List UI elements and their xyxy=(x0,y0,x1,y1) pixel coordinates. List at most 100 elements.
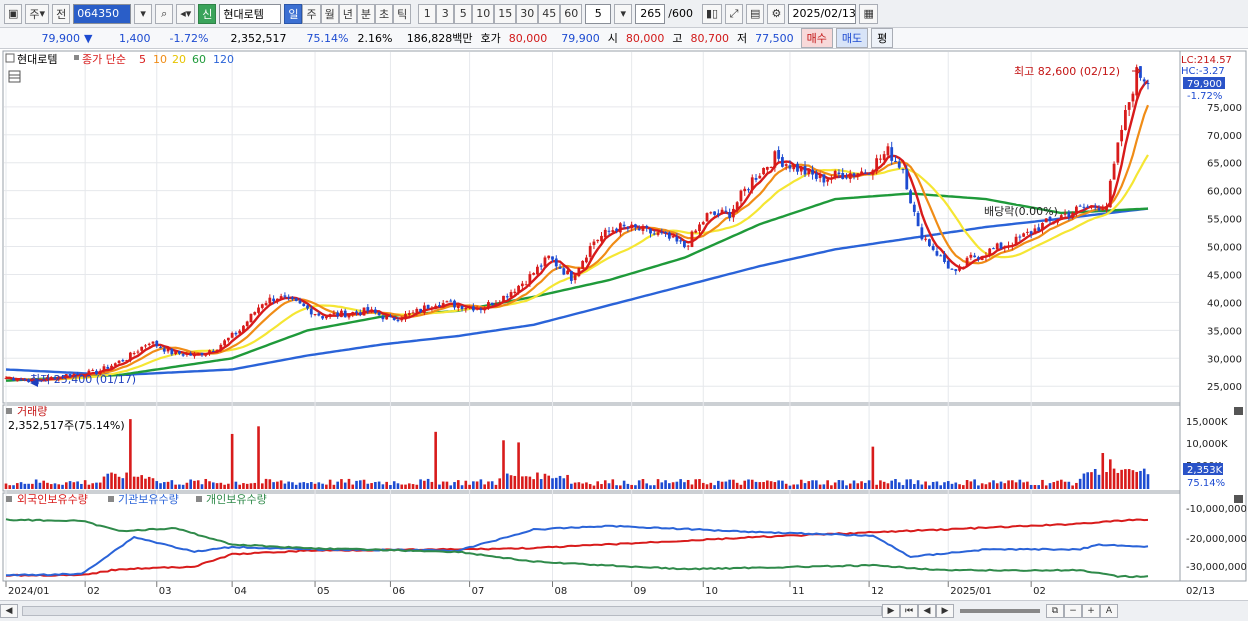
volume-bar xyxy=(114,473,117,489)
volume-bar xyxy=(698,479,701,489)
search-icon[interactable]: ⌕ xyxy=(155,3,174,24)
candle-body xyxy=(505,296,509,298)
candle-body xyxy=(355,311,358,313)
buy-button[interactable]: 매수 xyxy=(800,28,833,48)
candle-body xyxy=(694,230,698,233)
period-tab-second[interactable]: 초 xyxy=(374,3,394,24)
zoom-in-icon[interactable]: + xyxy=(1082,604,1100,618)
first-page-icon[interactable]: ⏮ xyxy=(900,604,918,618)
candle-body xyxy=(664,231,667,234)
prev-page-icon[interactable]: ◀ xyxy=(918,604,936,618)
interval-15[interactable]: 15 xyxy=(494,3,517,24)
interval-45[interactable]: 45 xyxy=(538,3,561,24)
period-tab-month[interactable]: 월 xyxy=(320,3,339,24)
period-tab-tick[interactable]: 틱 xyxy=(393,3,412,24)
draw-icon[interactable]: ⤢ xyxy=(725,3,744,24)
scroll-left-icon[interactable]: ◀ xyxy=(0,604,18,618)
volume-bar xyxy=(464,480,468,489)
interval-30[interactable]: 30 xyxy=(516,3,539,24)
window-icon[interactable]: ▣ xyxy=(4,3,23,24)
interval-5[interactable]: 5 xyxy=(454,3,473,24)
volume-bar xyxy=(988,482,992,489)
chevron-down-icon[interactable]: ▾ xyxy=(134,3,153,24)
save-icon[interactable]: ▤ xyxy=(746,3,765,24)
interval-3[interactable]: 3 xyxy=(436,3,455,24)
market-select[interactable]: 주 ▾ xyxy=(25,3,50,24)
bottom-scroll-bar: ◀ ▶ ⏮ ◀ ▶ ⧉ − + A xyxy=(0,600,1248,621)
stock-name-field[interactable]: 현대로템 xyxy=(219,3,282,24)
period-tab-day[interactable]: 일 xyxy=(284,3,303,24)
candle-body xyxy=(596,239,600,242)
copy-icon[interactable]: ⧉ xyxy=(1046,604,1064,618)
candle-body xyxy=(283,295,287,297)
sell-button[interactable]: 매도 xyxy=(835,28,869,48)
candle-body xyxy=(750,177,754,191)
volume-bar xyxy=(939,485,943,489)
legend-bullet-icon xyxy=(74,55,79,60)
legend-ma-120: 120 xyxy=(213,53,234,66)
volume-bar xyxy=(313,483,317,489)
count-input[interactable]: 265 xyxy=(635,3,666,24)
candle-body xyxy=(732,208,735,218)
volume-bar xyxy=(1142,468,1146,489)
candle-body xyxy=(788,165,792,169)
candle-body xyxy=(754,178,758,180)
candle-icon[interactable]: ▮▯ xyxy=(701,3,723,24)
scroll-right-icon[interactable]: ▶ xyxy=(882,604,900,618)
volume-bar xyxy=(694,479,698,489)
volume-bar xyxy=(362,479,366,489)
scrollbar-track[interactable] xyxy=(22,606,882,616)
volume-bar xyxy=(822,484,826,489)
eval-button[interactable]: 평 xyxy=(871,28,894,48)
candle-body xyxy=(566,270,569,275)
legend-stock-name: 현대로템 xyxy=(17,53,57,66)
volume-close-icon[interactable] xyxy=(1234,407,1243,415)
period-tab-week[interactable]: 주 xyxy=(302,3,321,24)
table-icon[interactable] xyxy=(8,70,21,83)
interval-input[interactable]: 5 xyxy=(585,3,612,24)
volume-bar xyxy=(630,484,633,489)
volume-bar xyxy=(306,483,309,489)
font-icon[interactable]: A xyxy=(1100,604,1118,618)
date-input[interactable]: 2025/02/13 xyxy=(788,3,857,24)
volume-bar xyxy=(505,473,509,489)
candle-body xyxy=(377,312,381,316)
candle-body xyxy=(23,379,27,381)
gear-icon[interactable]: ⚙ xyxy=(767,3,786,24)
volume-bar xyxy=(494,484,498,489)
x-axis-label: 02 xyxy=(1033,586,1046,597)
volume-bar xyxy=(566,474,569,489)
candle-body xyxy=(867,173,871,175)
speaker-icon[interactable]: ◂▾ xyxy=(176,3,196,24)
volume-bar xyxy=(46,482,49,489)
candle-body xyxy=(830,177,833,179)
next-page-icon[interactable]: ▶ xyxy=(936,604,954,618)
interval-60[interactable]: 60 xyxy=(560,3,583,24)
interval-1[interactable]: 1 xyxy=(418,3,437,24)
zoom-slider[interactable] xyxy=(960,609,1040,613)
candle-body xyxy=(935,251,939,256)
holdings-close-icon[interactable] xyxy=(1234,495,1243,503)
volume-bar xyxy=(396,483,400,489)
holdings-institution-label: 기관보유수량 xyxy=(118,493,179,506)
stock-code-input[interactable]: 064350 xyxy=(73,3,132,24)
prev-button[interactable]: 전 xyxy=(52,3,71,24)
zoom-out-icon[interactable]: − xyxy=(1064,604,1082,618)
chevron-down-icon[interactable]: ▾ xyxy=(614,3,633,24)
volume-bar xyxy=(634,485,637,489)
period-tab-year[interactable]: 년 xyxy=(338,3,357,24)
volume-bar xyxy=(366,483,370,489)
volume-bar xyxy=(890,480,894,489)
period-tab-minute[interactable]: 분 xyxy=(356,3,375,24)
volume-bar xyxy=(230,433,234,489)
stock-chart[interactable]: 75,000 70,000 65,000 60,000 55,000 50,000 45,0… xyxy=(0,49,1248,601)
calendar-icon[interactable]: ▦ xyxy=(859,3,878,24)
volume-bar xyxy=(483,484,486,489)
candle-body xyxy=(536,266,539,275)
candle-body xyxy=(389,316,392,318)
x-axis-label: 03 xyxy=(159,586,172,597)
interval-10[interactable]: 10 xyxy=(472,3,495,24)
volume-bar xyxy=(973,479,976,489)
x-axis-label: 11 xyxy=(792,586,805,597)
candle-body xyxy=(611,230,615,232)
